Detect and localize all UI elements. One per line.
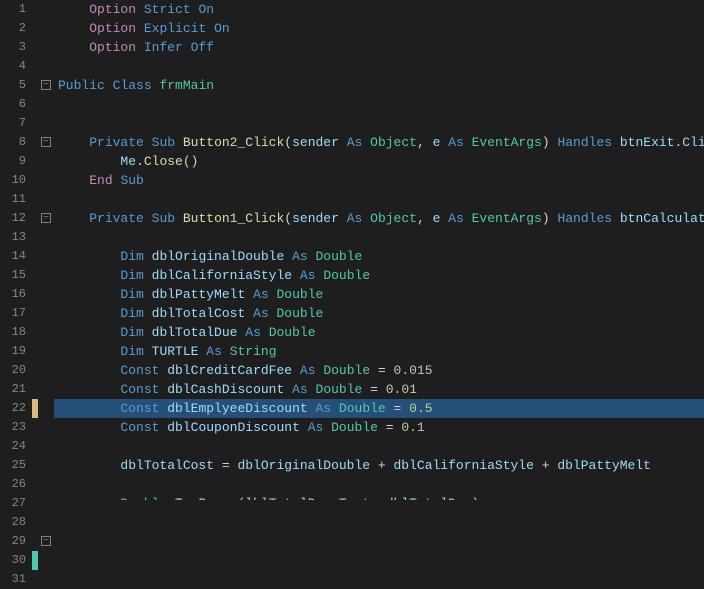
collapse-btn-1: [38, 0, 54, 19]
code-line-22[interactable]: Const dblEmplyeeDiscount As Double = 0.5: [54, 399, 704, 418]
collapse-btn-31: [38, 570, 54, 589]
code-line-12[interactable]: Private Sub Button1_Click(sender As Obje…: [54, 209, 704, 228]
collapse-btn-8[interactable]: −: [38, 133, 54, 152]
collapse-btn-11: [38, 190, 54, 209]
code-line-16[interactable]: Dim dblPattyMelt As Double: [54, 285, 704, 304]
collapse-btn-24: [38, 437, 54, 456]
code-line-23[interactable]: Const dblCouponDiscount As Double = 0.1: [54, 418, 704, 437]
collapse-btn-13: [38, 228, 54, 247]
code-line-20[interactable]: Const dblCreditCardFee As Double = 0.015: [54, 361, 704, 380]
editor-container: 1234567891011121314151617181920212223242…: [0, 0, 704, 500]
line-number-17: 17: [0, 304, 26, 323]
code-line-2[interactable]: Option Explicit On: [54, 19, 704, 38]
line-number-27: 27: [0, 494, 26, 513]
line-number-13: 13: [0, 228, 26, 247]
code-line-13[interactable]: [54, 228, 704, 247]
line-number-20: 20: [0, 361, 26, 380]
code-line-7[interactable]: [54, 114, 704, 133]
code-line-18[interactable]: Dim dblTotalDue As Double: [54, 323, 704, 342]
collapse-btn-20: [38, 361, 54, 380]
collapse-btn-15: [38, 266, 54, 285]
collapse-btn-23: [38, 418, 54, 437]
collapse-btn-25: [38, 456, 54, 475]
code-line-9[interactable]: Me.Close(): [54, 152, 704, 171]
line-number-28: 28: [0, 513, 26, 532]
code-line-17[interactable]: Dim dblTotalCost As Double: [54, 304, 704, 323]
code-line-5[interactable]: Public Class frmMain: [54, 76, 704, 95]
line-number-19: 19: [0, 342, 26, 361]
collapse-btn-22: [38, 399, 54, 418]
code-line-27[interactable]: Double.TryParse(lblTotalDue.Text, dblTot…: [54, 494, 704, 500]
collapse-btn-19: [38, 342, 54, 361]
line-number-23: 23: [0, 418, 26, 437]
collapse-btn-28: [38, 513, 54, 532]
collapse-btn-26: [38, 475, 54, 494]
line-number-22: 22: [0, 399, 26, 418]
collapse-btn-27: [38, 494, 54, 513]
line-number-4: 4: [0, 57, 26, 76]
line-number-18: 18: [0, 323, 26, 342]
line-number-6: 6: [0, 95, 26, 114]
code-line-10[interactable]: End Sub: [54, 171, 704, 190]
code-line-11[interactable]: [54, 190, 704, 209]
code-line-1[interactable]: Option Strict On: [54, 0, 704, 19]
line-number-9: 9: [0, 152, 26, 171]
collapse-btn-18: [38, 323, 54, 342]
line-numbers: 1234567891011121314151617181920212223242…: [0, 0, 32, 500]
code-line-6[interactable]: [54, 95, 704, 114]
collapse-btn-6: [38, 95, 54, 114]
collapse-btn-3: [38, 38, 54, 57]
line-number-8: 8: [0, 133, 26, 152]
code-line-4[interactable]: [54, 57, 704, 76]
collapse-btn-9: [38, 152, 54, 171]
code-line-26[interactable]: [54, 475, 704, 494]
line-number-26: 26: [0, 475, 26, 494]
code-line-15[interactable]: Dim dblCaliforniaStyle As Double: [54, 266, 704, 285]
line-number-11: 11: [0, 190, 26, 209]
line-number-5: 5: [0, 76, 26, 95]
collapse-btn-16: [38, 285, 54, 304]
collapse-btn-14: [38, 247, 54, 266]
code-line-8[interactable]: Private Sub Button2_Click(sender As Obje…: [54, 133, 704, 152]
line-number-15: 15: [0, 266, 26, 285]
collapse-btn-21: [38, 380, 54, 399]
line-number-16: 16: [0, 285, 26, 304]
line-number-3: 3: [0, 38, 26, 57]
line-number-10: 10: [0, 171, 26, 190]
code-line-21[interactable]: Const dblCashDiscount As Double = 0.01: [54, 380, 704, 399]
line-number-21: 21: [0, 380, 26, 399]
collapse-btn-12[interactable]: −: [38, 209, 54, 228]
collapse-btn-10: [38, 171, 54, 190]
code-line-3[interactable]: Option Infer Off: [54, 38, 704, 57]
line-number-25: 25: [0, 456, 26, 475]
collapse-btn-7: [38, 114, 54, 133]
line-number-1: 1: [0, 0, 26, 19]
collapse-btn-30: [38, 551, 54, 570]
code-line-19[interactable]: Dim TURTLE As String: [54, 342, 704, 361]
collapse-btn-4: [38, 57, 54, 76]
code-line-14[interactable]: Dim dblOriginalDouble As Double: [54, 247, 704, 266]
line-number-14: 14: [0, 247, 26, 266]
code-line-24[interactable]: [54, 437, 704, 456]
collapse-btn-5[interactable]: −: [38, 76, 54, 95]
collapse-col[interactable]: −−−−: [38, 0, 54, 500]
code-content: Option Strict On Option Explicit On Opti…: [54, 0, 704, 500]
line-number-31: 31: [0, 570, 26, 589]
line-number-7: 7: [0, 114, 26, 133]
code-line-25[interactable]: dblTotalCost = dblOriginalDouble + dblCa…: [54, 456, 704, 475]
collapse-btn-29[interactable]: −: [38, 532, 54, 551]
line-number-12: 12: [0, 209, 26, 228]
line-number-29: 29: [0, 532, 26, 551]
line-number-30: 30: [0, 551, 26, 570]
collapse-btn-2: [38, 19, 54, 38]
collapse-btn-17: [38, 304, 54, 323]
line-number-2: 2: [0, 19, 26, 38]
line-number-24: 24: [0, 437, 26, 456]
